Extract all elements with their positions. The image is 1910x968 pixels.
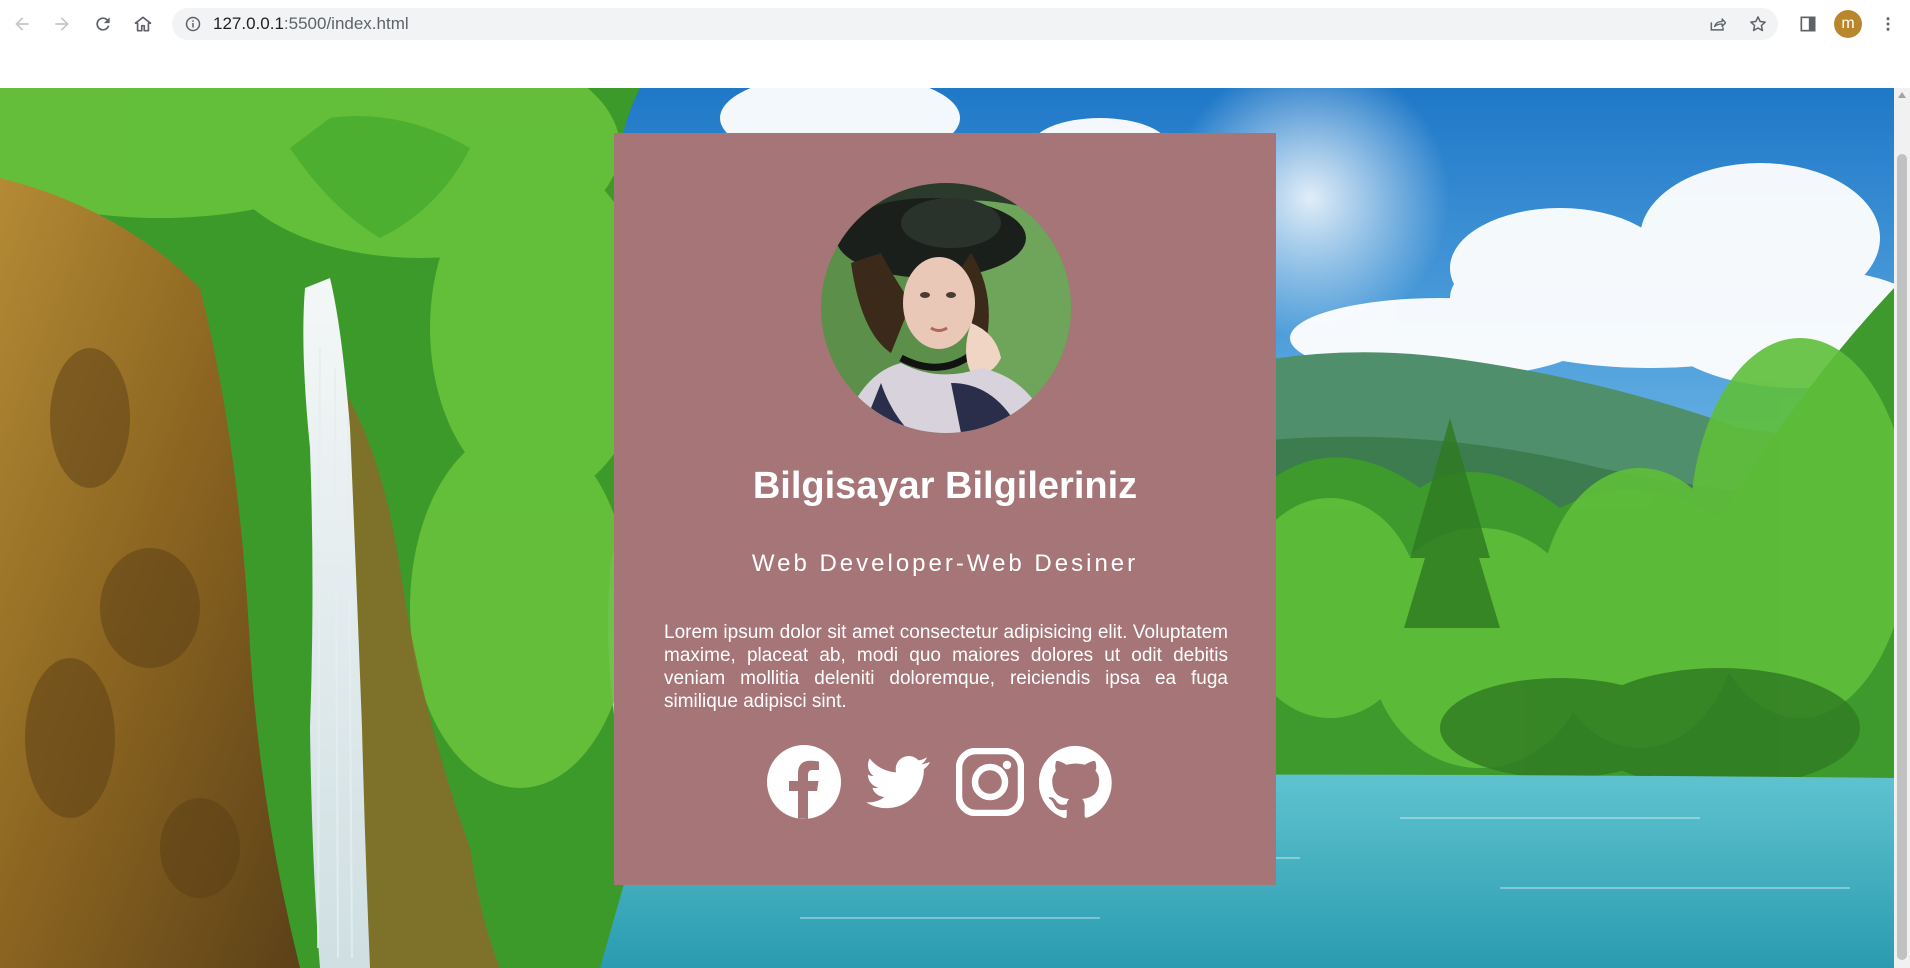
browser-menu-button[interactable] xyxy=(1878,12,1898,36)
github-icon xyxy=(1039,745,1112,819)
instagram-link[interactable] xyxy=(952,744,1028,820)
arrow-left-icon xyxy=(15,17,29,31)
reload-button[interactable] xyxy=(91,12,115,36)
reload-icon xyxy=(96,17,110,31)
card-description: Lorem ipsum dolor sit amet consectetur a… xyxy=(664,622,1228,712)
card-subtitle: Web Developer-Web Desiner xyxy=(751,550,1139,577)
github-link[interactable] xyxy=(1038,744,1114,820)
url-host: 127.0.0.1 xyxy=(213,14,284,33)
side-panel-button[interactable] xyxy=(1796,12,1820,36)
share-icon xyxy=(1710,18,1727,31)
browser-toolbar: 127.0.0.1:5500/index.html m xyxy=(0,0,1910,48)
arrow-right-icon xyxy=(55,17,69,31)
twitter-link[interactable] xyxy=(860,744,936,820)
home-icon xyxy=(134,16,152,32)
social-links xyxy=(614,744,1276,820)
profile-card: Bilgisayar Bilgileriniz Web Developer-We… xyxy=(614,133,1276,885)
portrait-image xyxy=(821,183,1071,433)
address-bar[interactable]: 127.0.0.1:5500/index.html xyxy=(172,8,1778,40)
facebook-icon xyxy=(767,745,841,819)
forward-button[interactable] xyxy=(50,12,74,36)
home-button[interactable] xyxy=(131,12,155,36)
profile-portrait xyxy=(821,183,1071,433)
page-viewport: Bilgisayar Bilgileriniz Web Developer-We… xyxy=(0,88,1894,968)
card-title: Bilgisayar Bilgileriniz xyxy=(752,465,1138,507)
kebab-menu-icon xyxy=(1886,17,1890,31)
instagram-icon xyxy=(956,748,1024,816)
scroll-up-arrow-icon[interactable] xyxy=(1898,92,1906,98)
facebook-link[interactable] xyxy=(766,744,842,820)
twitter-icon xyxy=(866,756,930,809)
share-button[interactable] xyxy=(1706,12,1730,36)
back-button[interactable] xyxy=(10,12,34,36)
url-path: :5500/index.html xyxy=(283,14,409,33)
page-scrollbar[interactable] xyxy=(1894,88,1910,968)
url-text[interactable]: 127.0.0.1:5500/index.html xyxy=(213,14,409,34)
star-icon xyxy=(1750,16,1766,32)
side-panel-icon xyxy=(1800,16,1816,32)
scrollbar-thumb[interactable] xyxy=(1897,154,1907,960)
bookmark-button[interactable] xyxy=(1746,12,1770,36)
info-icon[interactable] xyxy=(185,16,201,32)
profile-avatar[interactable]: m xyxy=(1834,10,1862,38)
